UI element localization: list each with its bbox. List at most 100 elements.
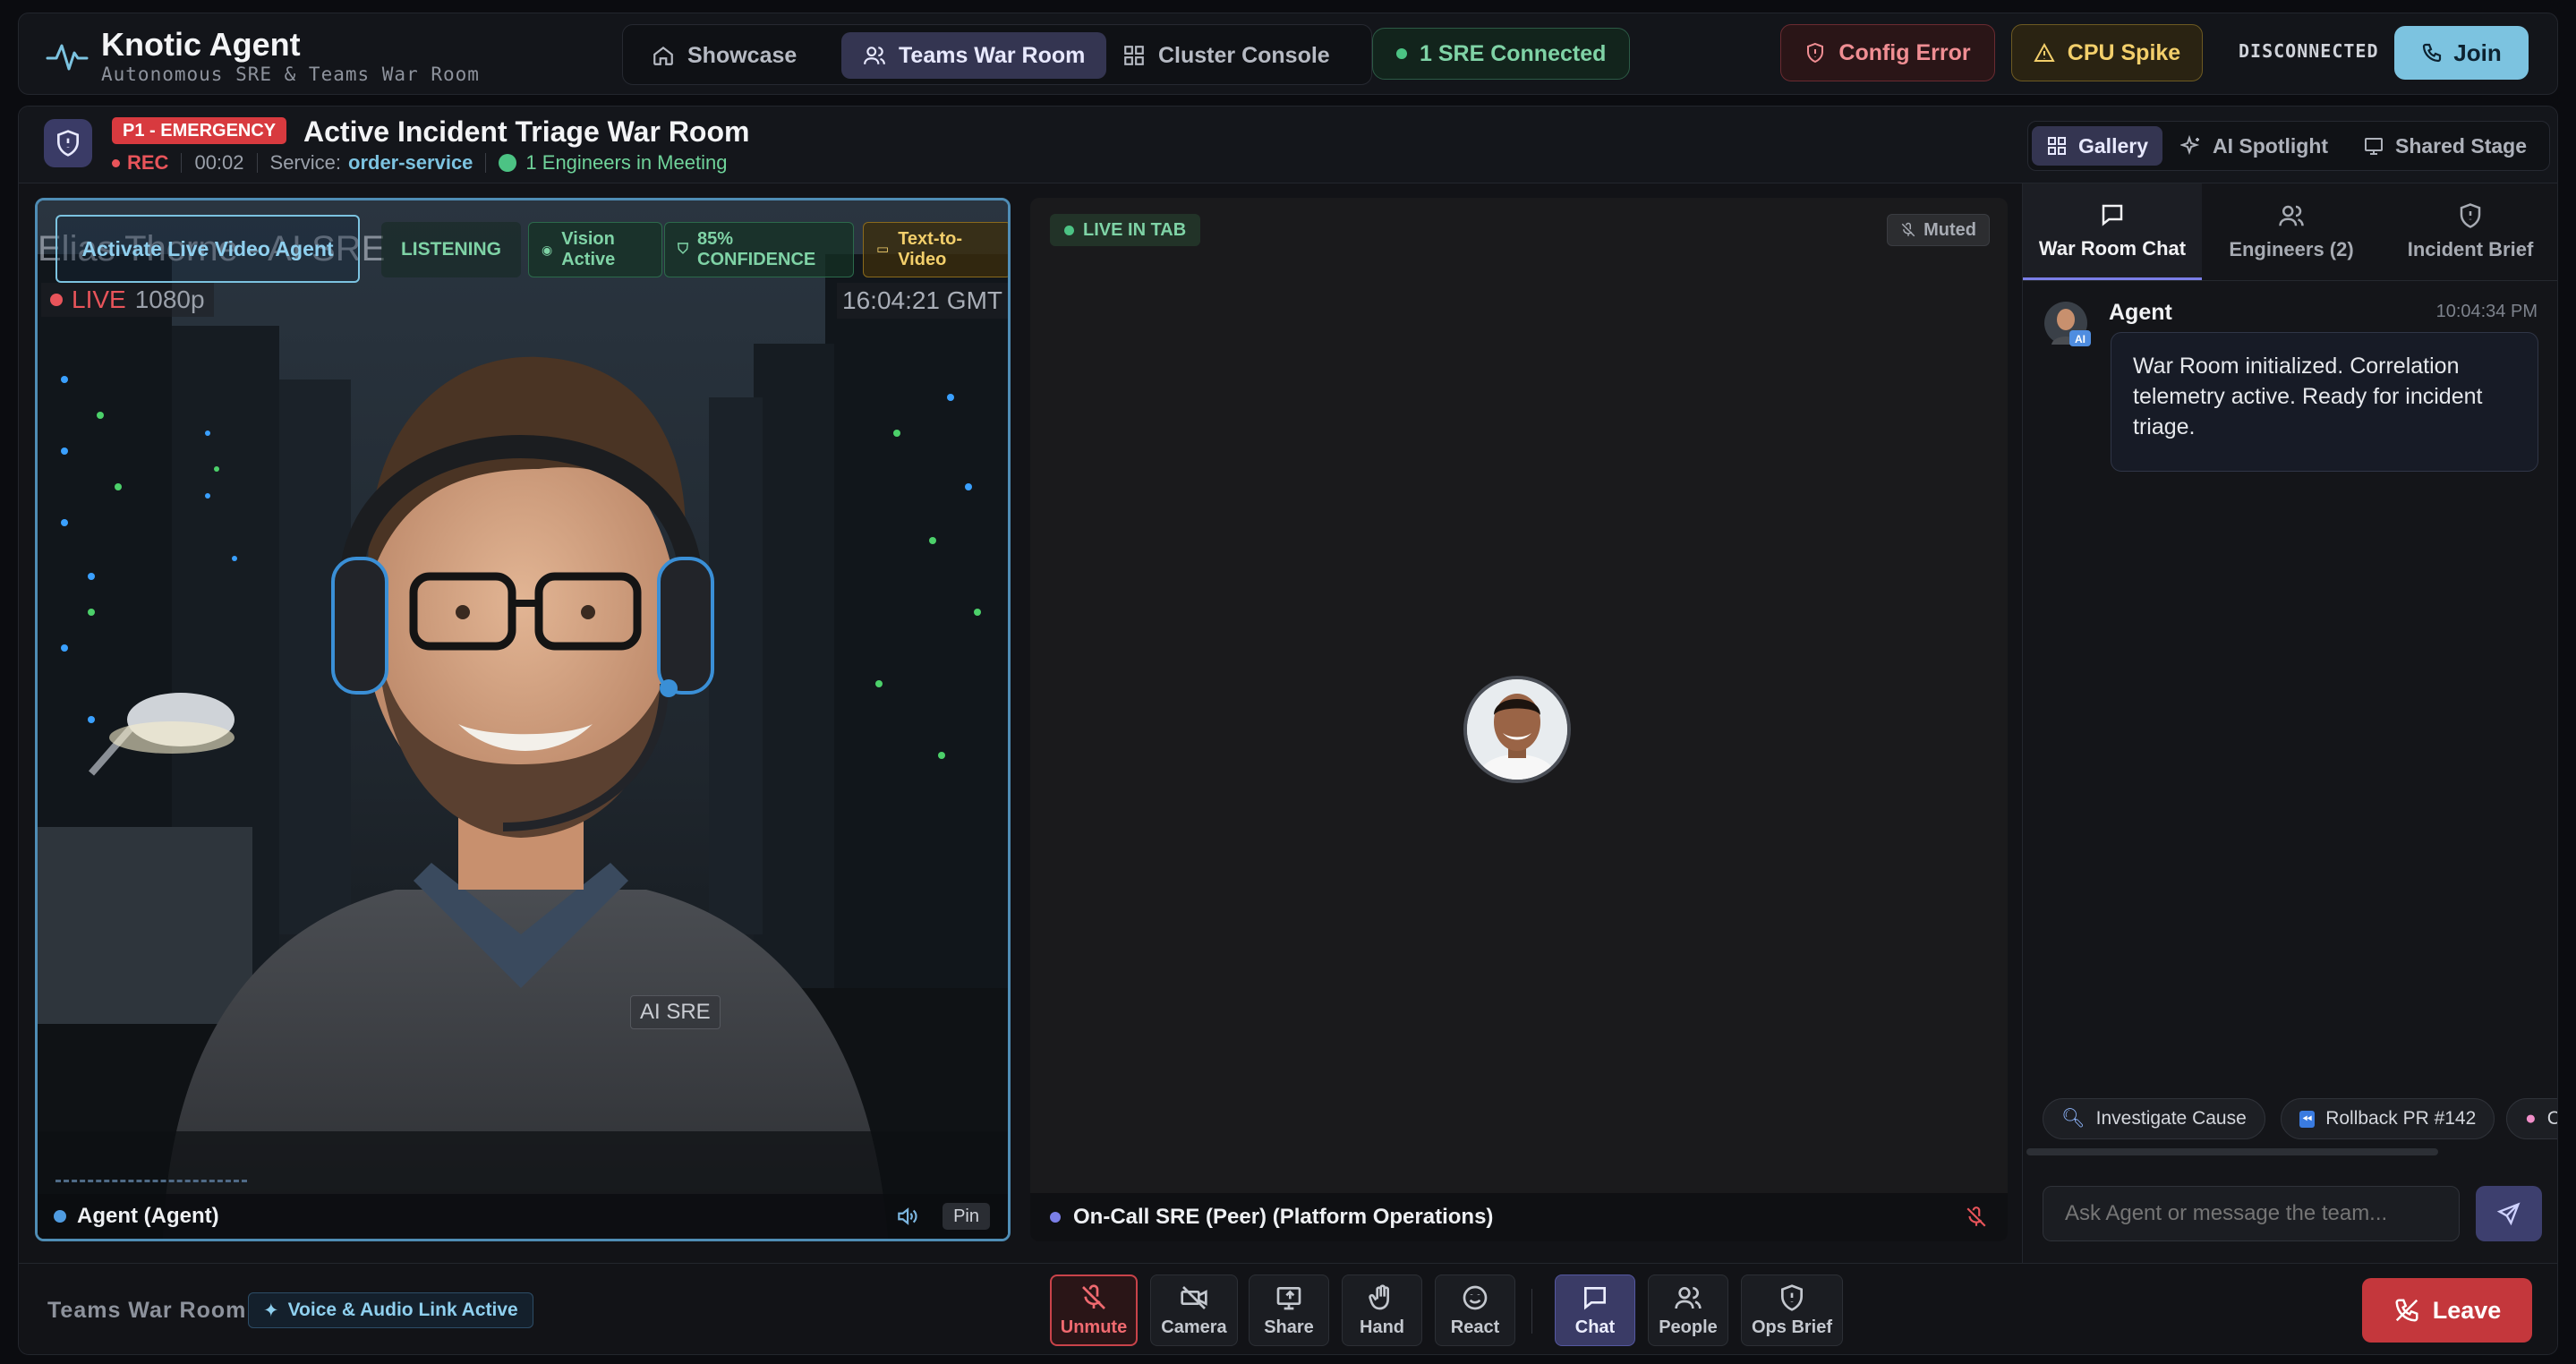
peer-video-tile[interactable]: LIVE IN TAB Muted On-Call SRE (Peer) (Pl…	[1030, 198, 2008, 1241]
nav-showcase-label: Showcase	[687, 42, 798, 68]
service-value: order-service	[348, 151, 473, 174]
view-gallery[interactable]: Gallery	[2032, 126, 2162, 166]
live-in-tab-label: LIVE IN TAB	[1083, 219, 1187, 240]
unmute-button[interactable]: Unmute	[1050, 1274, 1138, 1346]
vision-status: ◉ Vision Active	[528, 222, 662, 277]
join-button[interactable]: Join	[2394, 26, 2529, 80]
quick-actions: 🔍︎ Investigate Cause ⏪︎ Rollback PR #142…	[2023, 1098, 2557, 1145]
screen-share-icon	[2365, 138, 2383, 155]
nav-showcase[interactable]: Showcase	[630, 32, 818, 79]
status-dot	[1396, 48, 1407, 59]
hand-button[interactable]: Hand	[1342, 1274, 1422, 1346]
quick-action-investigate-label: Investigate Cause	[2095, 1108, 2247, 1129]
mic-off-icon	[1082, 1283, 1105, 1309]
pin-button[interactable]: Pin	[943, 1203, 990, 1230]
agent-avatar: AI	[2044, 302, 2091, 346]
listening-status: LISTENING	[381, 222, 521, 277]
muted-label: Muted	[1923, 219, 1976, 240]
leave-button[interactable]: Leave	[2362, 1278, 2532, 1343]
quick-action-check-label: Ch	[2547, 1108, 2557, 1130]
sre-connected-label: 1 SRE Connected	[1420, 40, 1607, 66]
voice-link-badge: ✦ Voice & Audio Link Active	[248, 1292, 533, 1328]
text-to-video-toggle[interactable]: ▭ Text-to-Video	[863, 222, 1008, 277]
message-sender: Agent	[2109, 300, 2172, 325]
tab-engineers-label: Engineers (2)	[2229, 238, 2354, 260]
ai-badge: AI	[2075, 333, 2086, 345]
shield-alert-icon	[1807, 42, 1824, 64]
confidence-status: ⛉ 85% CONFIDENCE	[664, 222, 854, 277]
agent-video-tile[interactable]: Elias Thorne - AI SRE Activate Live Vide…	[35, 198, 1011, 1241]
nav-teams-war-room[interactable]: Teams War Room	[841, 32, 1107, 79]
incident-header: P1 - EMERGENCY Active Incident Triage Wa…	[19, 107, 2557, 183]
camera-button[interactable]: Camera	[1150, 1274, 1238, 1346]
speaking-dot	[54, 1210, 66, 1223]
engineers-in-meeting: 1 Engineers in Meeting	[499, 151, 727, 175]
camera-off-icon	[1181, 1285, 1207, 1309]
search-icon: 🔍︎	[2061, 1108, 2086, 1129]
message-time: 10:04:34 PM	[2435, 302, 2538, 321]
screen-share-icon	[1276, 1286, 1301, 1309]
connection-status: DISCONNECTED	[2239, 40, 2379, 62]
nav-cluster-console-label: Cluster Console	[1158, 42, 1330, 68]
phone-hangup-icon	[2395, 1299, 2418, 1322]
view-ai-spotlight-label: AI Spotlight	[2213, 133, 2329, 158]
react-button[interactable]: React	[1435, 1274, 1515, 1346]
send-button[interactable]	[2476, 1186, 2542, 1241]
users-icon	[1675, 1286, 1702, 1309]
warning-icon	[2034, 42, 2055, 62]
confidence-label: 85% CONFIDENCE	[697, 229, 816, 269]
config-error-button[interactable]: Config Error	[1780, 24, 1995, 81]
phone-icon	[2423, 43, 2442, 63]
share-button[interactable]: Share	[1249, 1274, 1329, 1346]
quick-actions-scrollbar[interactable]	[2026, 1148, 2438, 1155]
message-bubble: War Room initialized. Correlation teleme…	[2111, 332, 2538, 472]
sparkle-icon: ✦	[263, 1300, 279, 1321]
live-dot	[50, 294, 63, 306]
agent-name-label: Agent (Agent)	[77, 1204, 219, 1228]
agent-video-feed	[38, 200, 1008, 1239]
resolution-label: 1080p	[134, 286, 205, 313]
nav-cluster-console[interactable]: Cluster Console	[1101, 32, 1352, 79]
tab-war-room-chat[interactable]: War Room Chat	[2023, 183, 2202, 280]
video-icon: ▭	[876, 242, 890, 258]
people-button[interactable]: People	[1648, 1274, 1728, 1346]
quick-action-investigate[interactable]: 🔍︎ Investigate Cause	[2043, 1098, 2265, 1139]
activate-live-video-button[interactable]: Activate Live Video Agent	[55, 215, 360, 283]
view-shared-stage[interactable]: Shared Stage	[2349, 126, 2541, 166]
nav-teams-war-room-label: Teams War Room	[899, 42, 1086, 68]
incident-meta: REC 00:02 Service: order-service 1 Engin…	[112, 151, 727, 175]
hand-icon	[1369, 1283, 1389, 1309]
quick-action-check[interactable]: ● Ch	[2506, 1098, 2557, 1139]
grid-icon	[2048, 137, 2066, 155]
cpu-spike-button[interactable]: CPU Spike	[2011, 24, 2203, 81]
chat-input[interactable]	[2043, 1186, 2460, 1241]
shield-icon	[1781, 1283, 1803, 1311]
chat-button[interactable]: Chat	[1555, 1274, 1635, 1346]
chat-label: Chat	[1574, 1317, 1616, 1337]
live-dot	[1064, 225, 1074, 235]
war-room-panel: P1 - EMERGENCY Active Incident Triage Wa…	[18, 106, 2558, 1355]
tab-engineers[interactable]: Engineers (2)	[2202, 183, 2381, 280]
divider	[485, 153, 487, 173]
top-bar: Knotic Agent Autonomous SRE & Teams War …	[18, 13, 2558, 95]
shield-icon	[57, 130, 79, 157]
smile-icon	[1463, 1285, 1488, 1309]
divider	[256, 153, 258, 173]
bottom-title: Teams War Room	[47, 1298, 247, 1323]
sparkle-icon	[2180, 135, 2200, 156]
vision-label: Vision Active	[561, 229, 616, 269]
view-ai-spotlight[interactable]: AI Spotlight	[2166, 126, 2342, 166]
app-subtitle: Autonomous SRE & Teams War Room	[101, 64, 480, 85]
quick-action-rollback[interactable]: ⏪︎ Rollback PR #142	[2281, 1098, 2495, 1139]
live-label: LIVE	[72, 286, 126, 313]
grid-icon	[1124, 46, 1144, 65]
speaker-icon[interactable]	[895, 1205, 918, 1228]
mic-off-icon	[1901, 222, 1915, 237]
ops-brief-button[interactable]: Ops Brief	[1741, 1274, 1843, 1346]
live-indicator: LIVE 1080p	[41, 283, 214, 317]
tab-incident-brief-label: Incident Brief	[2407, 238, 2534, 260]
home-icon	[653, 46, 673, 65]
tab-incident-brief[interactable]: Incident Brief	[2381, 183, 2557, 280]
service-label: Service:	[269, 151, 341, 174]
text-to-video-label: Text-to-Video	[898, 229, 963, 269]
